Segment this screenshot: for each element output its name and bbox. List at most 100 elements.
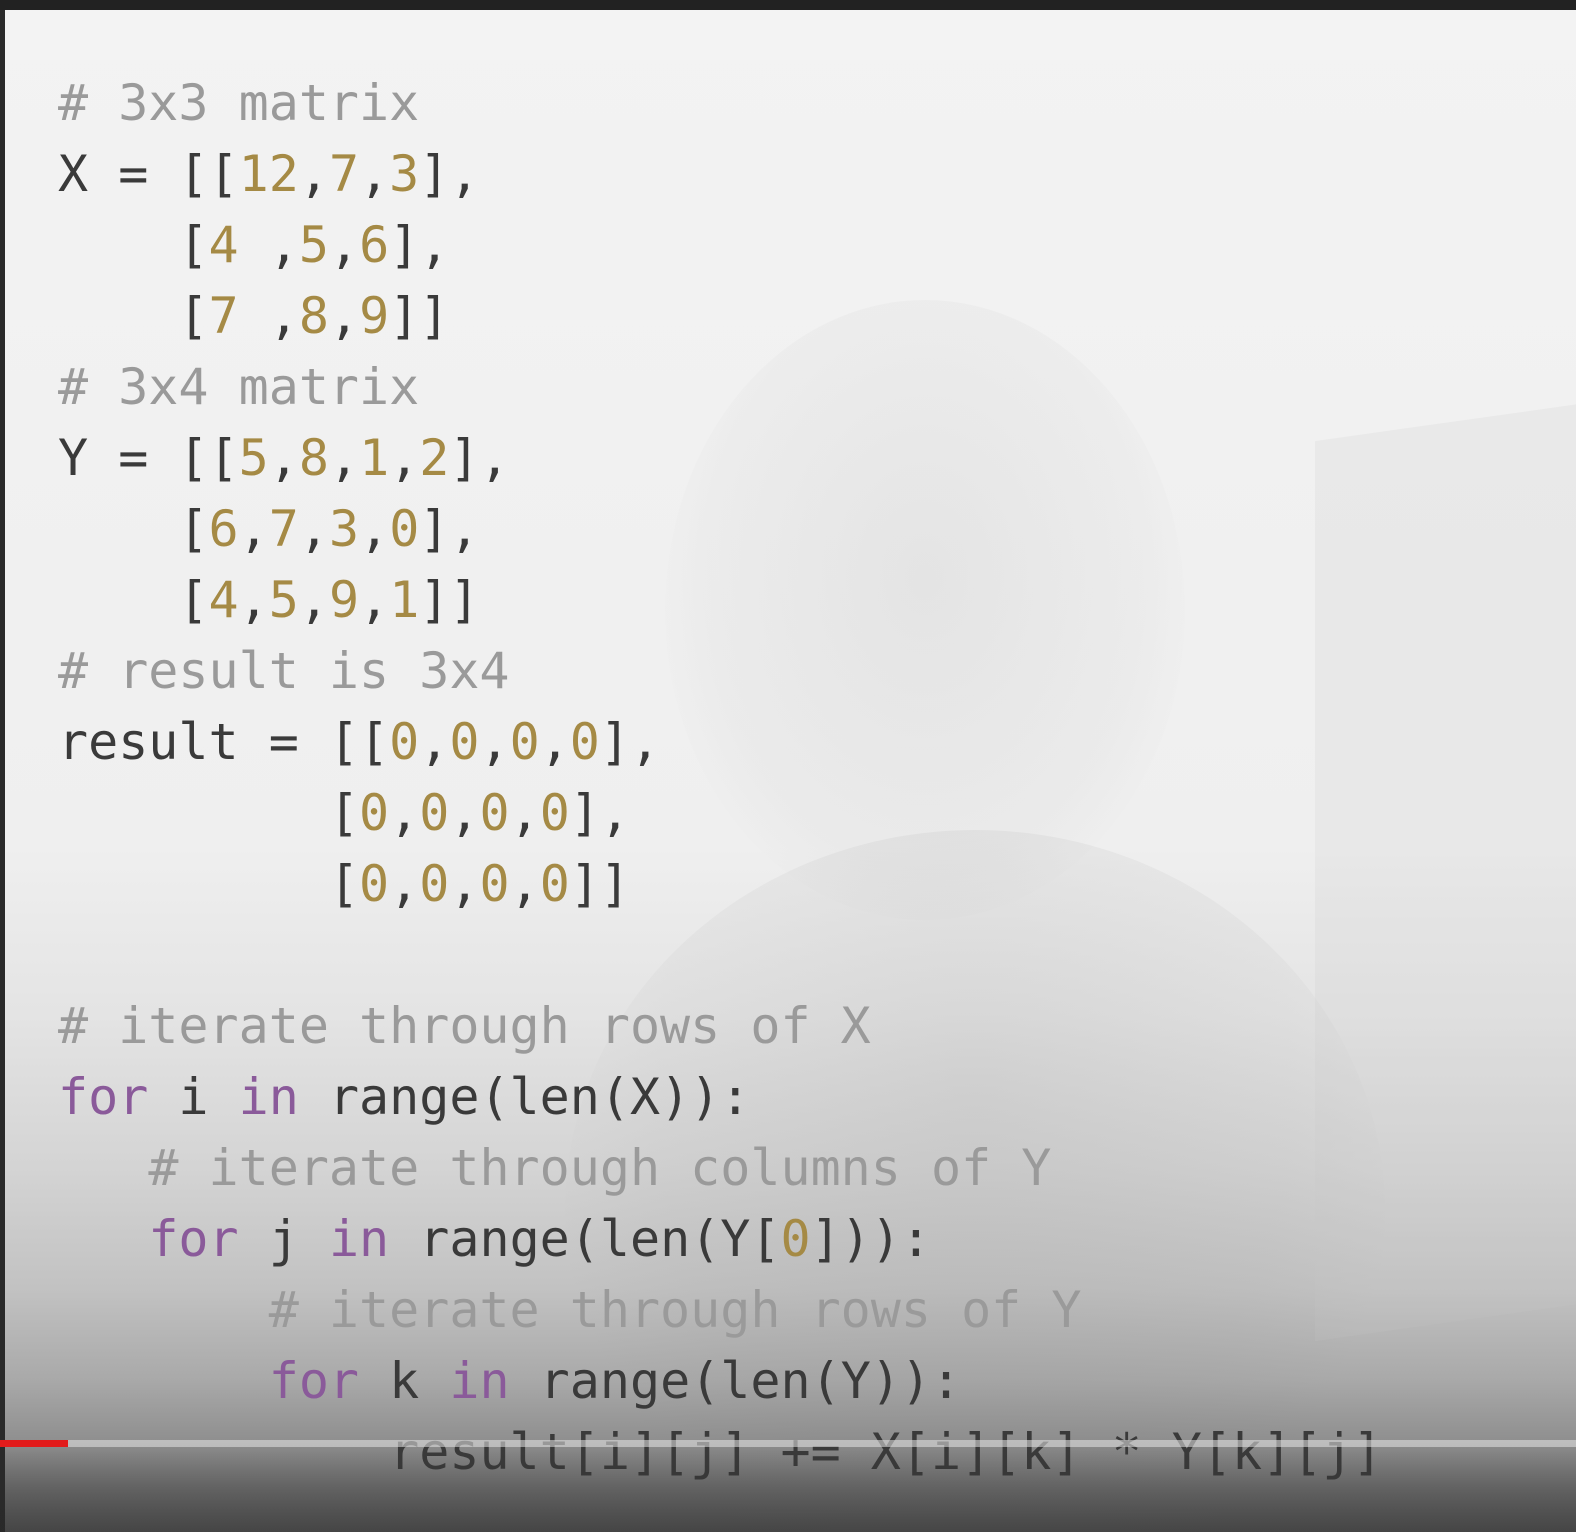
code-number: 8 bbox=[298, 287, 329, 345]
code-text: [ bbox=[178, 500, 209, 558]
code-number: 4 bbox=[208, 571, 239, 629]
code-text: , bbox=[328, 216, 360, 274]
code-number: 0 bbox=[449, 713, 480, 771]
code-keyword: in bbox=[238, 1068, 299, 1126]
video-frame[interactable]: # 3x3 matrix X = [[12,7,3], [4 ,5,6], [7 … bbox=[5, 10, 1576, 1532]
code-text: range(len(X)): bbox=[298, 1068, 751, 1126]
controls-gradient bbox=[0, 1447, 1576, 1532]
code-text: X = [[ bbox=[58, 145, 239, 203]
code-line: # iterate through columns of Y bbox=[58, 1133, 1383, 1204]
code-number: 0 bbox=[780, 1210, 811, 1268]
code-text: i bbox=[148, 1068, 239, 1126]
code-line: Y = [[5,8,1,2], bbox=[58, 423, 1383, 494]
code-text: , bbox=[479, 713, 510, 771]
code-number: 0 bbox=[389, 500, 420, 558]
code-text: ], bbox=[569, 784, 631, 842]
code-overlay: # 3x3 matrix X = [[12,7,3], [4 ,5,6], [7 … bbox=[58, 68, 1383, 1488]
code-line: for i in range(len(X)): bbox=[58, 1062, 1383, 1133]
code-number: 0 bbox=[479, 784, 510, 842]
code-line: [7 ,8,9]] bbox=[58, 281, 1383, 352]
code-line: for k in range(len(Y)): bbox=[58, 1346, 1383, 1417]
code-number: 0 bbox=[509, 713, 540, 771]
code-line: result = [[0,0,0,0], bbox=[58, 707, 1383, 778]
code-line: [4 ,5,6], bbox=[58, 210, 1383, 281]
code-number: 7 bbox=[268, 500, 299, 558]
code-number: 0 bbox=[389, 713, 420, 771]
progress-bar[interactable] bbox=[0, 1440, 1576, 1447]
code-text: [ bbox=[328, 784, 360, 842]
code-comment: # result is 3x4 bbox=[58, 642, 510, 700]
code-number: 5 bbox=[238, 429, 269, 487]
code-text: [ bbox=[328, 855, 360, 913]
code-line: for j in range(len(Y[0])): bbox=[58, 1204, 1383, 1275]
code-text: , bbox=[238, 571, 269, 629]
code-text: ], bbox=[419, 145, 480, 203]
code-number: 3 bbox=[328, 500, 360, 558]
code-text: , bbox=[449, 855, 480, 913]
code-number: 0 bbox=[419, 855, 450, 913]
code-line: # 3x3 matrix bbox=[58, 68, 1383, 139]
code-text: , bbox=[539, 713, 570, 771]
code-number: 6 bbox=[359, 216, 390, 274]
code-number: 0 bbox=[419, 784, 450, 842]
code-number: 0 bbox=[479, 855, 510, 913]
code-text: , bbox=[298, 145, 329, 203]
code-text: [ bbox=[178, 216, 209, 274]
progress-played bbox=[0, 1440, 68, 1447]
code-text: , bbox=[359, 145, 390, 203]
code-text: range(len(Y[ bbox=[389, 1210, 781, 1268]
code-text: , bbox=[268, 429, 299, 487]
code-number: 9 bbox=[359, 287, 390, 345]
code-text: , bbox=[449, 784, 480, 842]
code-keyword: for bbox=[268, 1352, 360, 1410]
code-number: 0 bbox=[539, 855, 570, 913]
code-text: , bbox=[389, 784, 420, 842]
code-text: range(len(Y)): bbox=[509, 1352, 962, 1410]
code-line: [0,0,0,0]] bbox=[58, 849, 1383, 920]
code-text: ], bbox=[449, 429, 510, 487]
code-text: result = [[ bbox=[58, 713, 390, 771]
code-number: 3 bbox=[389, 145, 420, 203]
code-line: # 3x4 matrix bbox=[58, 352, 1383, 423]
code-text: ])): bbox=[810, 1210, 932, 1268]
code-number: 8 bbox=[298, 429, 329, 487]
code-text: ], bbox=[389, 216, 450, 274]
code-text: j bbox=[238, 1210, 329, 1268]
code-keyword: for bbox=[148, 1210, 239, 1268]
code-number: 9 bbox=[328, 571, 360, 629]
code-number: 7 bbox=[208, 287, 239, 345]
code-text: , bbox=[509, 855, 540, 913]
code-comment: # iterate through rows of Y bbox=[268, 1281, 1082, 1339]
code-number: 7 bbox=[328, 145, 360, 203]
code-text: , bbox=[328, 287, 360, 345]
code-comment: # 3x3 matrix bbox=[58, 74, 420, 132]
code-text: ]] bbox=[419, 571, 480, 629]
code-comment: # iterate through rows of X bbox=[58, 997, 871, 1055]
video-player[interactable]: # 3x3 matrix X = [[12,7,3], [4 ,5,6], [7 … bbox=[0, 0, 1576, 1532]
top-bar bbox=[0, 0, 1576, 10]
code-text: Y = [[ bbox=[58, 429, 239, 487]
code-text: ], bbox=[599, 713, 661, 771]
code-number: 2 bbox=[419, 429, 450, 487]
code-text: , bbox=[389, 429, 420, 487]
code-text: , bbox=[359, 500, 390, 558]
code-number: 0 bbox=[359, 855, 390, 913]
code-number: 0 bbox=[569, 713, 600, 771]
code-text: k bbox=[359, 1352, 450, 1410]
code-text: , bbox=[419, 713, 450, 771]
code-line: [0,0,0,0], bbox=[58, 778, 1383, 849]
code-keyword: in bbox=[449, 1352, 510, 1410]
code-text: [ bbox=[178, 287, 209, 345]
code-text: ]] bbox=[569, 855, 631, 913]
code-text: , bbox=[238, 287, 299, 345]
